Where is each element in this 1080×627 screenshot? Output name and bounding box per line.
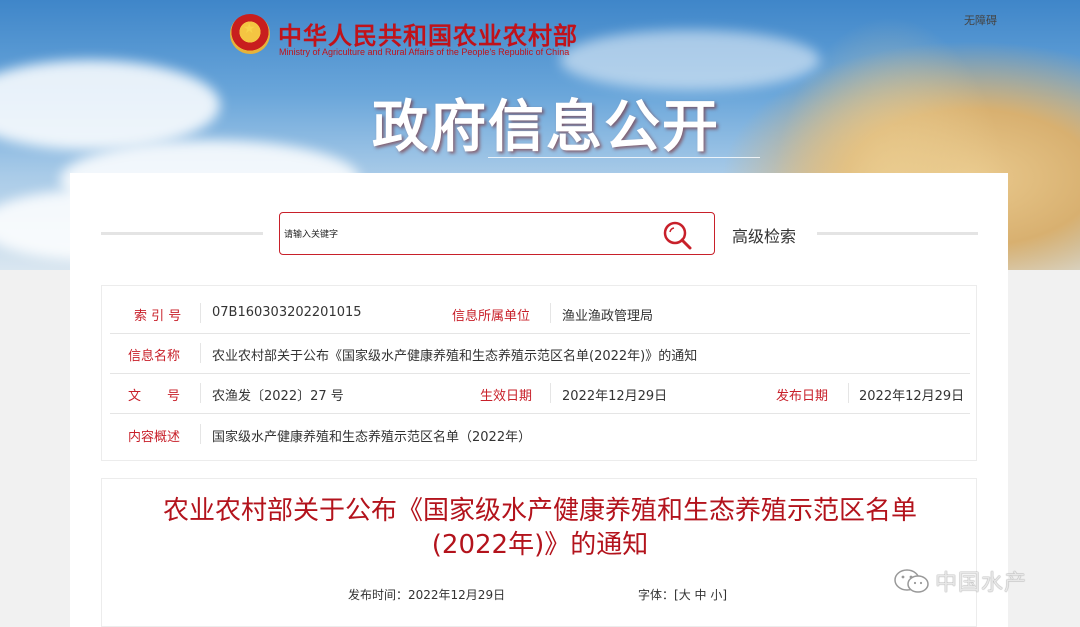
publish-time: 发布时间：2022年12月29日 (348, 588, 506, 602)
row-divider (110, 413, 970, 414)
search-button[interactable] (662, 220, 692, 250)
title-underline (488, 157, 760, 158)
unit-value: 渔业渔政管理局 (562, 309, 654, 324)
divider (200, 424, 201, 444)
index-value: 07B160303202201015 (212, 305, 362, 320)
ministry-name-en[interactable]: Ministry of Agriculture and Rural Affair… (279, 47, 569, 57)
divider (550, 303, 551, 323)
wechat-icon (894, 569, 929, 593)
summary-label: 内容概述 (128, 430, 181, 445)
divider (848, 383, 849, 403)
national-emblem-icon (230, 14, 270, 54)
watermark-text: 中国水产 (935, 571, 1028, 596)
search-box (279, 212, 715, 255)
divider (101, 232, 263, 235)
info-table: 索 引 号 07B160303202201015 信息所属单位 渔业渔政管理局 … (101, 285, 977, 461)
font-medium-button[interactable]: 中 (695, 588, 707, 602)
watermark: 中国水产 (893, 565, 1027, 597)
article-title-line1: 农业农村部关于公布《国家级水产健康养殖和生态养殖示范区名单 (162, 496, 917, 526)
effective-date-value: 2022年12月29日 (562, 389, 668, 404)
unit-label: 信息所属单位 (452, 309, 531, 324)
font-size-selector: 字体：[大 中 小] (638, 586, 727, 603)
article-title: 农业农村部关于公布《国家级水产健康养殖和生态养殖示范区名单 (2022年)》的通… (102, 494, 978, 562)
doc-number-label: 文 号 (128, 389, 181, 404)
advanced-search-link[interactable]: 高级检索 (732, 223, 796, 247)
divider (817, 232, 978, 235)
ministry-name-cn[interactable]: 中华人民共和国农业农村部 (278, 16, 578, 51)
font-large-button[interactable]: 大 (679, 588, 691, 602)
name-label: 信息名称 (128, 349, 181, 364)
divider (200, 303, 201, 323)
font-size-close: ] (722, 588, 728, 602)
search-input[interactable] (282, 223, 656, 247)
font-size-label: 字体：[ (638, 588, 679, 602)
article-title-line2: (2022年)》的通知 (431, 530, 649, 560)
index-label: 索 引 号 (134, 309, 182, 324)
row-divider (110, 373, 970, 374)
effective-date-label: 生效日期 (480, 389, 533, 404)
name-value: 农业农村部关于公布《国家级水产健康养殖和生态养殖示范区名单(2022年)》的通知 (212, 349, 698, 364)
article-card: 农业农村部关于公布《国家级水产健康养殖和生态养殖示范区名单 (2022年)》的通… (101, 478, 977, 627)
row-divider (110, 333, 970, 334)
release-date-value: 2022年12月29日 (859, 389, 965, 404)
release-date-label: 发布日期 (776, 389, 829, 404)
font-small-button[interactable]: 小 (710, 588, 722, 602)
page-title: 政府信息公开 (372, 95, 720, 160)
cloud-decoration (0, 60, 220, 150)
divider (200, 383, 201, 403)
divider (200, 343, 201, 363)
search-icon (663, 221, 692, 250)
divider (550, 383, 551, 403)
doc-number-value: 农渔发〔2022〕27 号 (212, 389, 344, 404)
accessibility-link[interactable]: 无障碍 (964, 12, 997, 28)
summary-value: 国家级水产健康养殖和生态养殖示范区名单（2022年） (212, 430, 532, 445)
